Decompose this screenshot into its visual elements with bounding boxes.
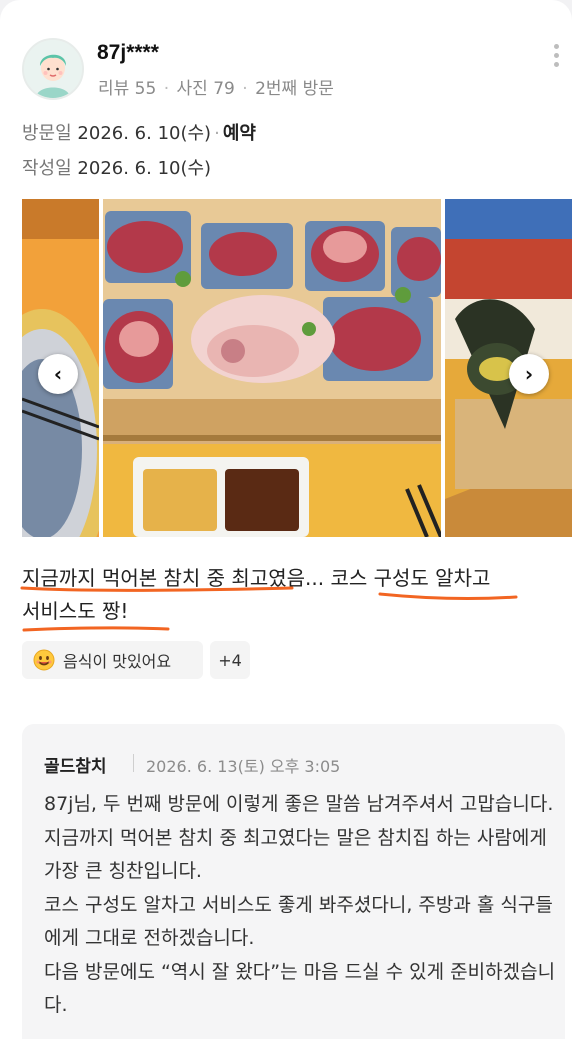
review-text-highlight: 서비스도 짱!	[22, 599, 129, 623]
more-tags-label: +4	[218, 650, 242, 670]
reply-date: 2026. 6. 13(토) 오후 3:05	[146, 757, 341, 776]
reply-line: 87j님, 두 번째 방문에 이렇게 좋은 말씀 남겨주셔서 고맙습니다.	[44, 793, 554, 815]
owner-reply: 골드참치 2026. 6. 13(토) 오후 3:05 87j님, 두 번째 방…	[22, 724, 565, 1039]
review-text-highlight: 지금까지 먹어본 참치 중 최고	[22, 566, 269, 590]
underline-marks	[20, 586, 518, 632]
divider	[133, 754, 134, 772]
more-tags-button[interactable]: +4	[210, 641, 250, 679]
review-card: 87j**** 리뷰 55 · 사진 79 · 2번째 방문 방문일 2026.…	[0, 0, 572, 1039]
reply-line: 코스 구성도 알차고 서비스도 좋게 봐주셨다니, 주방과 홀 식구들에게 그대…	[44, 893, 553, 950]
review-text-highlight: 코스 구성도 알차고	[330, 566, 491, 590]
review-text: 지금까지 먹어본 참치 중 최고였음... 코스 구성도 알차고 서비스도 짱!	[22, 562, 552, 628]
tag-food-tasty[interactable]: 음식이 맛있어요	[22, 641, 203, 679]
reply-owner-name: 골드참치	[44, 757, 107, 777]
review-text-plain: 였음...	[268, 566, 331, 590]
reply-line: 지금까지 먹어본 참치 중 최고였다는 말은 참치집 하는 사람에게 가장 큰 …	[44, 826, 547, 883]
smile-emoji-icon	[33, 649, 55, 671]
tag-label: 음식이 맛있어요	[63, 652, 172, 671]
reply-line: 다음 방문에도 “역시 잘 왔다”는 마음 드실 수 있게 준비하겠습니다.	[44, 960, 556, 1017]
reply-body: 87j님, 두 번째 방문에 이렇게 좋은 말씀 남겨주셔서 고맙습니다. 지금…	[44, 788, 556, 1023]
